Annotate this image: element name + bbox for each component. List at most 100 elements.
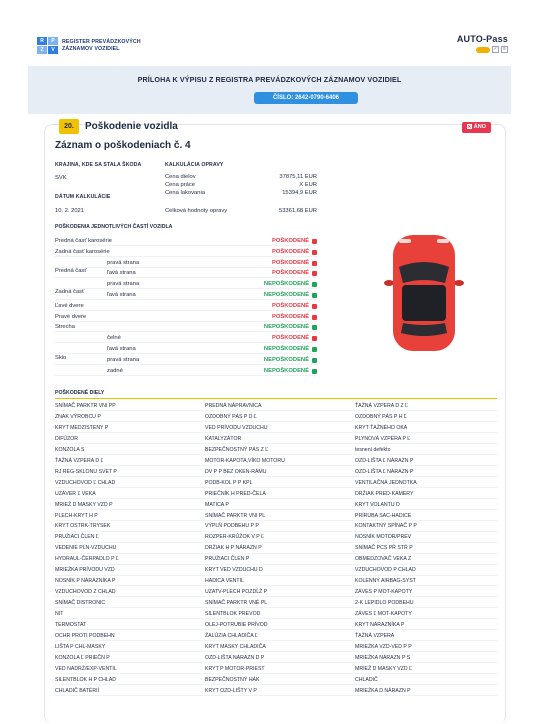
logo-mark-letter: R: [37, 37, 47, 45]
damaged-part: UZÁVER Ľ VEKA: [55, 490, 96, 497]
part-status: NEPOŠKODENÉ: [263, 292, 309, 298]
damaged-part: MOTOR-KAPOTA,VÍKO MOTORU: [205, 457, 285, 464]
damaged-part: OCHR PROTI PODBEHN: [55, 632, 115, 639]
part-status: POŠKODENÉ: [271, 259, 309, 266]
country-value: SVK: [55, 175, 67, 181]
damaged-parts-row: NOSNÍK P NÁRAZNÍKA P HADICA VENTIL KOLENNÝ…: [55, 576, 497, 587]
damaged-parts-row: KONZOLA S BEZPEČNOSTNÝ PÁS Z Ľ tesnení def…: [55, 445, 497, 456]
part-side: ľavá strana: [107, 346, 136, 352]
logo-line-1: REGISTER PREVÁDZKOVÝCH: [62, 39, 141, 45]
part-name: Strecha: [55, 324, 75, 331]
damaged-parts-row: ŤAŽNÁ VZPERA D Ľ MOTOR-KAPOTA,VÍKO MOTORU…: [55, 456, 497, 467]
date-label: DÁTUM KALKULÁCIE: [55, 194, 111, 200]
damaged-part: OZD-LIŠTA Ľ NÁRAZN P: [355, 457, 414, 464]
logo-mark-letter: Z: [37, 46, 47, 54]
damaged-parts-row: DIFÚZOR KATALYZÁTOR PLYNOVÁ VZPERA P Ľ: [55, 434, 497, 445]
part-status: NEPOŠKODENÉ: [263, 367, 309, 374]
part-side: zadné: [107, 367, 123, 374]
damaged-part: KONTAKTNÝ SPÍNAČ P P: [355, 523, 417, 530]
part-side: pravá strana: [107, 259, 140, 266]
part-status-row: ľavá strana POŠKODENÉ: [55, 268, 317, 279]
damaged-parts-row: RJ REG-SKLONU SVET P DV P P BEZ OKEN-RÁMU…: [55, 467, 497, 477]
part-side: pravá strana: [107, 356, 140, 363]
damaged-part: BEZPEČNOSTNÝ PÁS Z Ľ: [205, 446, 269, 453]
part-status-row: Predná časť karosérie POŠKODENÉ: [55, 236, 317, 246]
damaged-parts-row: NIT SILENTBLOK PREVOD ZÁVES Ľ MOT-KAPOTY: [55, 609, 497, 620]
part-side: ľavá strana: [107, 270, 136, 277]
ok-status-icon: [312, 282, 317, 288]
logo-line-2: ZÁZNAMOV VOZIDIEL: [62, 45, 120, 52]
part-status-row: Strecha NEPOŠKODENÉ: [55, 322, 317, 333]
damage-status-icon: [312, 314, 317, 320]
part-status-row: ľavá strana NEPOŠKODENÉ: [55, 290, 317, 300]
autopass-icons: ✓ ≡: [457, 46, 508, 53]
damaged-part: VEDENIE PLN-VZDUCHU: [55, 545, 117, 552]
damaged-part: KRYT VOLANTU D: [355, 501, 400, 508]
damaged-parts-row: PRUŽIACI ČLEN Ľ ROZPER-KRÚŽOK V P Ľ NOSNÍK…: [55, 532, 497, 543]
damaged-part: SNÍMAČ PARKTR VNI PL: [205, 512, 266, 519]
damaged-part: KOLENNÝ AIRBAG-SYST: [355, 578, 416, 585]
part-status-row: zadné NEPOŠKODENÉ: [55, 366, 317, 376]
part-side: čelné: [107, 335, 121, 342]
damaged-part: MRIEŽ D MASKY VZD P: [55, 501, 113, 508]
ok-status-icon: [312, 325, 317, 331]
flag-icon: ✕: [466, 124, 472, 129]
banner-title: PRÍLOHA K VÝPISU Z REGISTRA PREVÁDZKOVÝC…: [137, 75, 402, 84]
ok-status-icon: [312, 368, 317, 374]
damaged-part: VENTILAČNÁ JEDNOTKA: [355, 479, 417, 486]
document-icon: ≡: [501, 46, 508, 53]
damaged-part: CHLADIČ BATÉRIÍ: [55, 687, 100, 694]
calc-row: Cena práce X EUR: [165, 182, 317, 188]
ok-status-icon: [312, 357, 317, 363]
part-name: Predná časť karosérie: [55, 238, 112, 244]
part-status-row: ľavá strana NEPOŠKODENÉ: [55, 344, 317, 354]
part-status: POŠKODENÉ: [271, 302, 309, 309]
damaged-part: VZDUCHOVOD P CHLAD: [355, 567, 416, 574]
damage-status-icon: [312, 271, 317, 277]
damaged-part: PRIEČNÍK H PRED-ČELA: [205, 490, 266, 497]
part-status: NEPOŠKODENÉ: [263, 324, 309, 331]
damaged-part: CHLADIČ: [355, 676, 378, 683]
damaged-part: VED PRÍVODU VZDUCHU: [205, 424, 268, 431]
part-status: POŠKODENÉ: [271, 270, 309, 277]
damaged-part: KRYT OSTRK-TRYSEK: [55, 523, 111, 530]
calc-total-value: 53361,68 EUR: [278, 208, 317, 214]
damaged-part: PRUŽIACI ČLEN Ľ: [55, 534, 99, 541]
logo-mark-letter: V: [48, 46, 58, 54]
damaged-part: NIT: [55, 611, 64, 618]
calc-row: Cena dielov 37875,11 EUR: [165, 174, 317, 180]
damaged-part: KRYT OZD-LIŠTY V P: [205, 687, 257, 694]
part-status-row: čelné POŠKODENÉ: [55, 333, 317, 344]
damaged-part: OLEJ-POTRUBIE PRÍVOD: [205, 622, 268, 628]
damaged-part: TERMOSTAT: [55, 622, 87, 628]
damaged-part: PRUŽIACI ČLEN P: [205, 556, 250, 563]
calc-total-label: Celková hodnoty opravy: [165, 208, 228, 214]
damaged-part: OZDOBNÝ PÁS P H Ľ: [355, 413, 407, 420]
damaged-part: KRYT ŤAŽNÉHO OKA: [355, 424, 408, 431]
logo-mark-letter: P: [48, 37, 58, 45]
damaged-parts-row: ZNAK VÝROBCU P OZDOBNÝ PÁS P D Ľ OZDOBNÝ P…: [55, 412, 497, 423]
damaged-part: ŤAŽNÁ VZPERA D Ľ: [55, 457, 104, 464]
damaged-parts-row: UZÁVER Ľ VEKA PRIEČNÍK H PRED-ČELA DRŽIAK …: [55, 489, 497, 499]
registry-logo: R P Z V REGISTER PREVÁDZKOVÝCH ZÁZNAMOV …: [37, 37, 141, 54]
damage-status-icon: [312, 239, 317, 244]
damaged-parts-row: KONZOLA Ľ PRIEČN P OZD-LIŠTA NÁRAZN D P MR…: [55, 653, 497, 664]
damaged-part: DRŽIAK PRED-KAMERY: [355, 490, 414, 497]
section-title: Poškodenie vozidla: [85, 121, 178, 132]
part-status-row: Zadná časť karosérie POŠKODENÉ: [55, 247, 317, 257]
damaged-part: DV P P BEZ OKEN-RÁMU: [205, 468, 267, 475]
part-status: POŠKODENÉ: [271, 313, 309, 320]
damaged-parts-row: HYDRAUL-ČERPADLO P Ľ PRUŽIACI ČLEN P OBMED…: [55, 554, 497, 565]
damage-status-icon: [312, 303, 317, 309]
part-side: ľavá strana: [107, 292, 136, 298]
damaged-part: KATALYZÁTOR: [205, 435, 242, 442]
damaged-part: BEZPEČNOSTNÝ HÁK: [205, 676, 260, 683]
calc-total-row: Celková hodnoty opravy 53361,68 EUR: [165, 208, 317, 214]
damaged-part: RJ REG-SKLONU SVET P: [55, 468, 117, 475]
damaged-part: SNÍMAČ PCS PŘ STŘ P: [355, 545, 413, 552]
damaged-part: KRYT VED VZDUCHU D: [205, 567, 263, 574]
damaged-part: 2-K LEPIDLO PODBEHU: [355, 600, 414, 607]
damaged-part: PRÍRUBA SAC-HADICE: [355, 512, 412, 519]
country-label: KRAJINA, KDE SA STALA ŠKODA: [55, 162, 142, 168]
car-damage-illustration: [384, 235, 464, 351]
